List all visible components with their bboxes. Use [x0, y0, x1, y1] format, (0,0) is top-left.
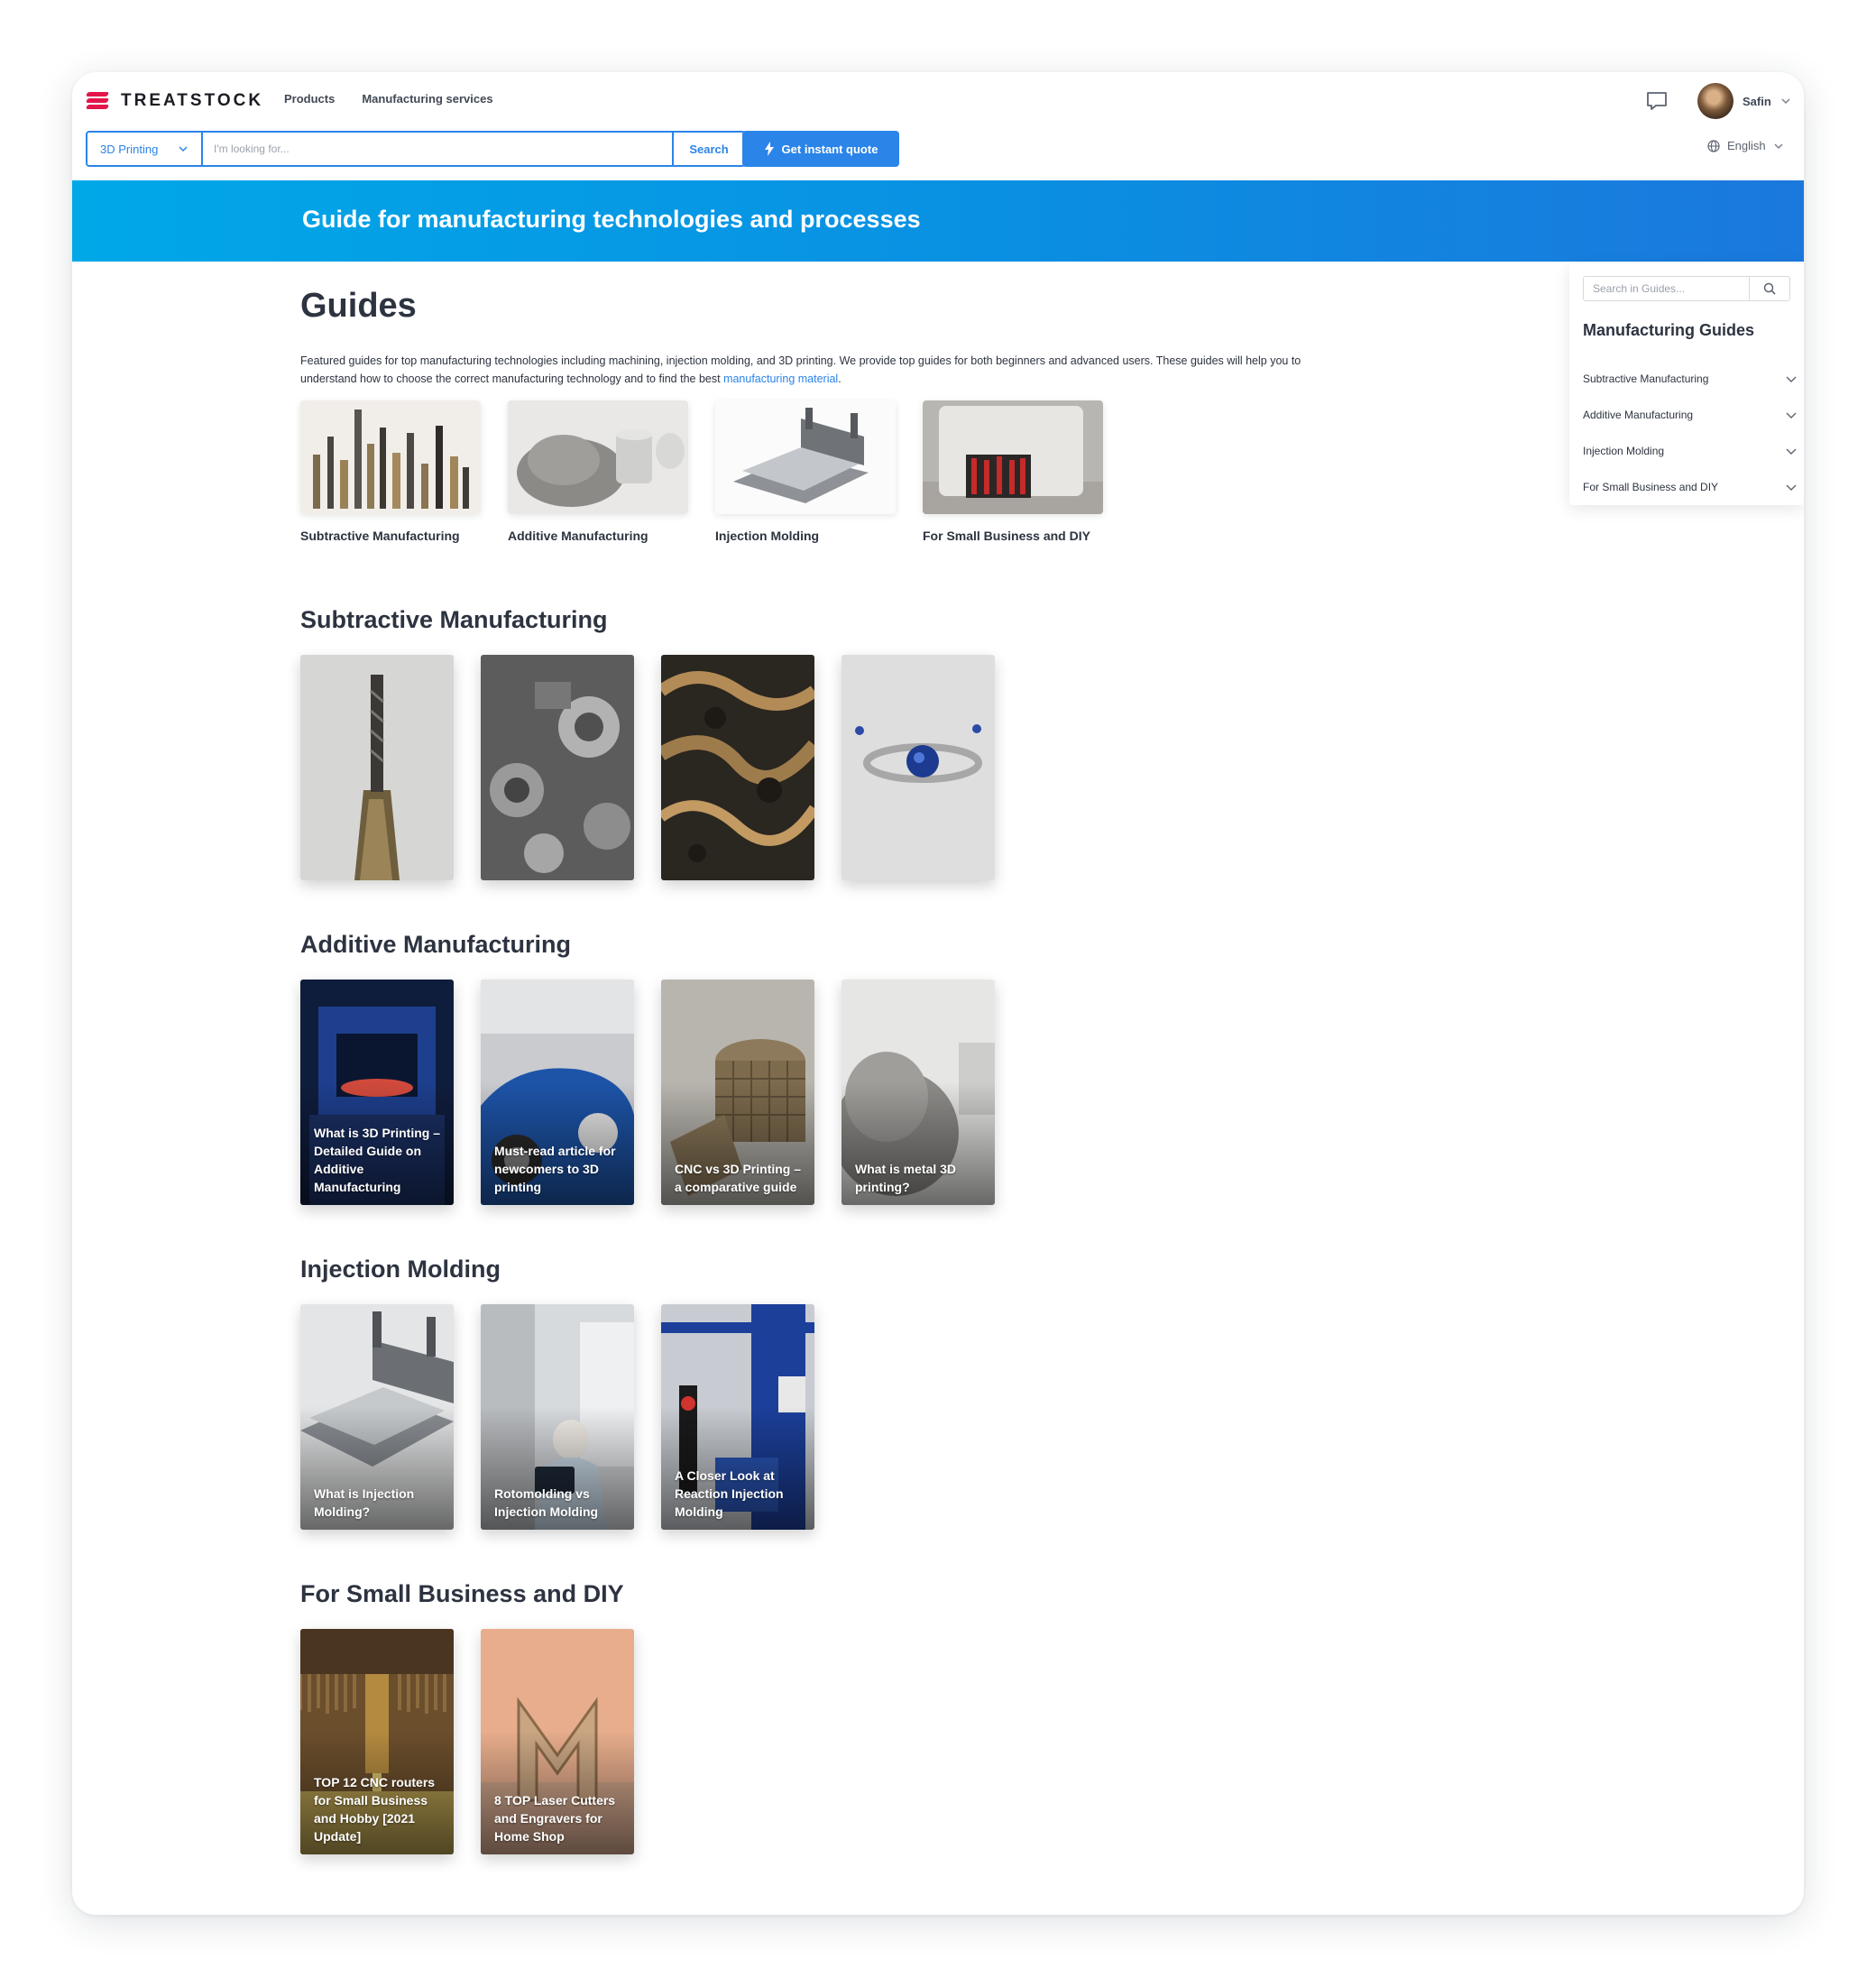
user-menu[interactable]: Safin: [1697, 83, 1791, 119]
featured-small-business[interactable]: For Small Business and DIY: [923, 400, 1103, 543]
chat-icon[interactable]: [1645, 90, 1669, 112]
brand-name: TREATSTOCK: [121, 91, 264, 110]
language-select[interactable]: English: [1707, 139, 1784, 152]
guide-card[interactable]: Must-read article for newcomers to 3D pr…: [481, 980, 634, 1205]
category-select[interactable]: 3D Printing: [87, 133, 203, 165]
guide-card[interactable]: What is 3D Printing – Detailed Guide on …: [300, 980, 454, 1205]
guide-card-image: [841, 655, 995, 880]
chevron-down-icon: [1786, 376, 1797, 382]
intro-text: Featured guides for top manufacturing te…: [300, 352, 1338, 388]
guide-card-title: Rotomolding vs Injection Molding: [494, 1486, 599, 1519]
guide-card-image: [481, 655, 634, 880]
guide-card[interactable]: [481, 655, 634, 880]
sidebar-item-label: Subtractive Manufacturing: [1583, 373, 1709, 385]
guide-card[interactable]: What is metal 3D printing?: [841, 980, 995, 1205]
hero-banner: Guide for manufacturing technologies and…: [72, 180, 1804, 262]
quote-button-label: Get instant quote: [781, 142, 878, 156]
chevron-down-icon: [1786, 484, 1797, 491]
featured-label: Additive Manufacturing: [508, 529, 648, 543]
sidebar-item-subtractive[interactable]: Subtractive Manufacturing: [1583, 361, 1798, 397]
sidebar-item-small-business[interactable]: For Small Business and DIY: [1583, 469, 1798, 505]
featured-subtractive[interactable]: Subtractive Manufacturing: [300, 400, 481, 543]
guide-card-title: 8 TOP Laser Cutters and Engravers for Ho…: [494, 1793, 616, 1844]
guide-card[interactable]: [661, 655, 814, 880]
featured-image: [715, 400, 896, 514]
category-select-value: 3D Printing: [100, 142, 159, 156]
featured-label: Subtractive Manufacturing: [300, 529, 460, 543]
main-nav: Products Manufacturing services: [284, 92, 493, 106]
sidebar-list: Subtractive Manufacturing Additive Manuf…: [1583, 361, 1798, 505]
section-title-additive: Additive Manufacturing: [300, 931, 572, 958]
featured-additive[interactable]: Additive Manufacturing: [508, 400, 688, 543]
chevron-down-icon: [1786, 448, 1797, 455]
lightning-icon: [764, 142, 774, 156]
featured-injection[interactable]: Injection Molding: [715, 400, 896, 543]
nav-products[interactable]: Products: [284, 92, 335, 106]
globe-icon: [1707, 139, 1720, 152]
sidebar-item-injection[interactable]: Injection Molding: [1583, 433, 1798, 469]
language-value: English: [1727, 139, 1766, 152]
sidebar-item-label: Additive Manufacturing: [1583, 409, 1694, 421]
section-title-injection: Injection Molding: [300, 1256, 501, 1283]
search-icon: [1763, 282, 1776, 295]
sidebar-search: [1583, 276, 1790, 301]
guide-card[interactable]: What is Injection Molding?: [300, 1304, 454, 1530]
guide-card-image: [300, 655, 454, 880]
featured-image: [300, 400, 481, 514]
get-instant-quote-button[interactable]: Get instant quote: [742, 131, 899, 167]
guide-card-title: Must-read article for newcomers to 3D pr…: [494, 1144, 616, 1194]
featured-label: Injection Molding: [715, 529, 820, 543]
page-title: Guides: [300, 287, 417, 325]
guide-card[interactable]: [841, 655, 995, 880]
guide-card-title: What is metal 3D printing?: [855, 1162, 957, 1194]
search-bar: 3D Printing Search: [86, 131, 746, 167]
featured-image: [508, 400, 688, 514]
logo-icon: [85, 90, 110, 112]
guide-card[interactable]: [300, 655, 454, 880]
guide-card-title: TOP 12 CNC routers for Small Business an…: [314, 1775, 436, 1844]
featured-label: For Small Business and DIY: [923, 529, 1090, 543]
user-name: Safin: [1743, 94, 1771, 108]
guide-card-title: A Closer Look at Reaction Injection Mold…: [675, 1468, 784, 1519]
guide-card-title: CNC vs 3D Printing – a comparative guide: [675, 1162, 802, 1194]
search-button[interactable]: Search: [672, 133, 744, 165]
guide-card-title: What is 3D Printing – Detailed Guide on …: [314, 1126, 441, 1194]
guide-card-image: [661, 655, 814, 880]
section-title-subtractive: Subtractive Manufacturing: [300, 606, 608, 633]
chevron-down-icon: [1774, 143, 1783, 149]
intro-end: .: [838, 373, 841, 385]
search-input[interactable]: [203, 133, 672, 165]
sidebar-item-label: Injection Molding: [1583, 445, 1665, 457]
sidebar-search-input[interactable]: [1584, 277, 1749, 300]
chevron-down-icon: [1781, 98, 1790, 105]
sidebar-item-additive[interactable]: Additive Manufacturing: [1583, 397, 1798, 433]
guide-card[interactable]: CNC vs 3D Printing – a comparative guide: [661, 980, 814, 1205]
browser-page: TREATSTOCK Products Manufacturing servic…: [72, 72, 1804, 1915]
featured-image: [923, 400, 1103, 514]
avatar: [1697, 83, 1733, 119]
sidebar-item-label: For Small Business and DIY: [1583, 481, 1719, 493]
nav-manufacturing-services[interactable]: Manufacturing services: [362, 92, 492, 106]
chevron-down-icon: [179, 146, 188, 152]
chevron-down-icon: [1786, 412, 1797, 419]
guide-card[interactable]: A Closer Look at Reaction Injection Mold…: [661, 1304, 814, 1530]
guides-sidebar: Manufacturing Guides Subtractive Manufac…: [1569, 263, 1804, 505]
guide-card-title: What is Injection Molding?: [314, 1486, 415, 1519]
sidebar-title: Manufacturing Guides: [1583, 321, 1755, 339]
guide-card[interactable]: Rotomolding vs Injection Molding: [481, 1304, 634, 1530]
guide-card[interactable]: 8 TOP Laser Cutters and Engravers for Ho…: [481, 1629, 634, 1854]
banner-title: Guide for manufacturing technologies and…: [302, 206, 921, 233]
section-title-small-business: For Small Business and DIY: [300, 1580, 624, 1607]
brand-logo[interactable]: TREATSTOCK: [85, 90, 264, 112]
guide-card[interactable]: TOP 12 CNC routers for Small Business an…: [300, 1629, 454, 1854]
manufacturing-material-link[interactable]: manufacturing material: [723, 373, 838, 385]
sidebar-search-button[interactable]: [1749, 277, 1789, 300]
